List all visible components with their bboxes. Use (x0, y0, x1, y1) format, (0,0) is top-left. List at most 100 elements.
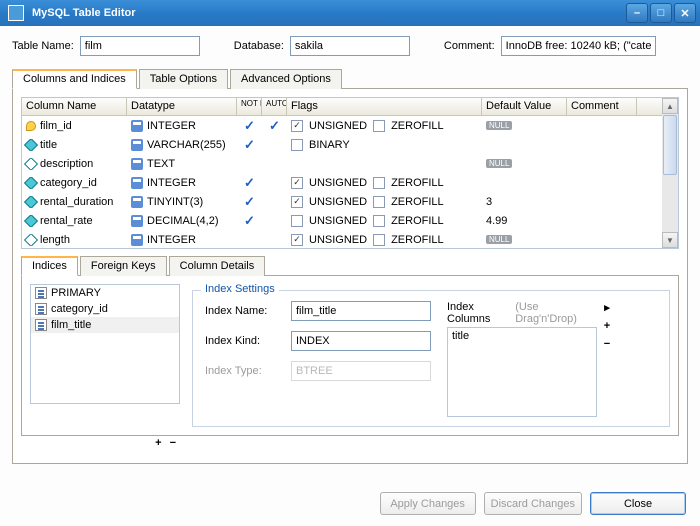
index-columns-box[interactable]: title (447, 327, 597, 417)
index-col-add-button[interactable]: + (601, 320, 613, 332)
tab-indices[interactable]: Indices (21, 256, 78, 276)
database-select[interactable]: sakila (290, 36, 410, 56)
binary-label: BINARY (309, 139, 350, 151)
tab-columns-indices[interactable]: Columns and Indices (12, 69, 137, 89)
table-row[interactable]: descriptionTEXTNULL (22, 154, 662, 173)
header-not-null[interactable]: NOT NULL (237, 98, 262, 115)
index-item-label: category_id (51, 303, 108, 315)
index-col-move-right-icon[interactable]: ▸ (601, 301, 613, 314)
header-auto-inc[interactable]: AUTO INC (262, 98, 287, 115)
unsigned-label: UNSIGNED (309, 234, 367, 246)
table-row[interactable]: rental_rateDECIMAL(4,2)✓UNSIGNEDZEROFILL… (22, 211, 662, 230)
column-icon (24, 234, 38, 246)
index-item-label: PRIMARY (51, 287, 101, 299)
header-default[interactable]: Default Value (482, 98, 567, 115)
tab-column-details[interactable]: Column Details (169, 256, 266, 276)
not-null-check-icon[interactable]: ✓ (241, 214, 258, 227)
header-comment[interactable]: Comment (567, 98, 637, 115)
grid-scrollbar[interactable]: ▲ ▼ (662, 98, 678, 248)
zerofill-checkbox[interactable] (373, 234, 385, 246)
table-name-input[interactable] (80, 36, 200, 56)
add-index-button[interactable]: + (155, 437, 161, 449)
null-tag: NULL (486, 121, 512, 130)
datatype-icon (131, 120, 143, 132)
column-name-label: category_id (40, 177, 97, 189)
index-kind-select[interactable]: INDEX (291, 331, 431, 351)
scroll-down-icon[interactable]: ▼ (662, 232, 678, 248)
zerofill-checkbox[interactable] (373, 196, 385, 208)
header-datatype[interactable]: Datatype (127, 98, 237, 115)
scroll-up-icon[interactable]: ▲ (662, 98, 678, 114)
columns-grid: Column Name Datatype NOT NULL AUTO INC F… (21, 97, 679, 249)
unsigned-checkbox[interactable] (291, 196, 303, 208)
tab-foreign-keys[interactable]: Foreign Keys (80, 256, 167, 276)
unsigned-label: UNSIGNED (309, 196, 367, 208)
remove-index-button[interactable]: − (170, 437, 176, 449)
table-row[interactable]: titleVARCHAR(255)✓BINARY (22, 135, 662, 154)
not-null-check-icon[interactable]: ✓ (241, 138, 258, 151)
datatype-label: TEXT (147, 158, 175, 170)
index-icon (35, 303, 47, 315)
datatype-icon (131, 196, 143, 208)
null-tag: NULL (486, 235, 512, 244)
table-row[interactable]: film_idINTEGER✓✓UNSIGNEDZEROFILLNULL (22, 116, 662, 135)
index-name-input[interactable] (291, 301, 431, 321)
unsigned-checkbox[interactable] (291, 215, 303, 227)
unsigned-checkbox[interactable] (291, 120, 303, 132)
column-icon (24, 177, 38, 189)
maximize-button[interactable]: □ (650, 3, 672, 23)
binary-checkbox[interactable] (291, 139, 303, 151)
datatype-icon (131, 177, 143, 189)
index-columns-label: Index Columns (447, 301, 515, 325)
auto-inc-check-icon[interactable]: ✓ (266, 119, 283, 132)
column-name-label: rental_rate (40, 215, 93, 227)
datatype-label: DECIMAL(4,2) (147, 215, 219, 227)
main-tabs: Columns and Indices Table Options Advanc… (12, 68, 688, 89)
close-button[interactable]: Close (590, 492, 686, 515)
grid-header: Column Name Datatype NOT NULL AUTO INC F… (22, 98, 662, 116)
zerofill-checkbox[interactable] (373, 120, 385, 132)
unsigned-checkbox[interactable] (291, 177, 303, 189)
table-row[interactable]: lengthINTEGERUNSIGNEDZEROFILLNULL (22, 230, 662, 248)
table-row[interactable]: category_idINTEGER✓UNSIGNEDZEROFILL (22, 173, 662, 192)
zerofill-checkbox[interactable] (373, 215, 385, 227)
window-titlebar: MySQL Table Editor – □ ✕ (0, 0, 700, 26)
index-col-remove-button[interactable]: − (601, 338, 613, 350)
minimize-button[interactable]: – (626, 3, 648, 23)
header-column-name[interactable]: Column Name (22, 98, 127, 115)
table-row[interactable]: rental_durationTINYINT(3)✓UNSIGNEDZEROFI… (22, 192, 662, 211)
tab-advanced-options[interactable]: Advanced Options (230, 69, 342, 89)
header-flags[interactable]: Flags (287, 98, 482, 115)
tab-table-options[interactable]: Table Options (139, 69, 228, 89)
datatype-icon (131, 158, 143, 170)
index-list-item[interactable]: film_title (31, 317, 179, 333)
not-null-check-icon[interactable]: ✓ (241, 195, 258, 208)
index-list-item[interactable]: PRIMARY (31, 285, 179, 301)
primary-key-icon (26, 121, 36, 131)
column-icon (24, 196, 38, 208)
datatype-label: INTEGER (147, 177, 196, 189)
index-list[interactable]: PRIMARY category_id film_title (30, 284, 180, 404)
not-null-check-icon[interactable]: ✓ (241, 176, 258, 189)
index-column-item[interactable]: title (452, 330, 592, 342)
default-value-label: 4.99 (486, 215, 507, 227)
datatype-icon (131, 139, 143, 151)
tab-body: Column Name Datatype NOT NULL AUTO INC F… (12, 89, 688, 464)
close-window-button[interactable]: ✕ (674, 3, 696, 23)
datatype-label: VARCHAR(255) (147, 139, 226, 151)
index-list-item[interactable]: category_id (31, 301, 179, 317)
column-icon (24, 215, 38, 227)
datatype-label: INTEGER (147, 120, 196, 132)
table-name-label: Table Name: (12, 40, 74, 52)
apply-changes-button: Apply Changes (380, 492, 476, 515)
unsigned-checkbox[interactable] (291, 234, 303, 246)
comment-input[interactable] (501, 36, 656, 56)
index-name-label: Index Name: (205, 305, 283, 317)
zerofill-checkbox[interactable] (373, 177, 385, 189)
not-null-check-icon[interactable]: ✓ (241, 119, 258, 132)
scroll-thumb[interactable] (663, 115, 677, 175)
window-title: MySQL Table Editor (28, 7, 624, 19)
index-type-select: BTREE (291, 361, 431, 381)
datatype-label: INTEGER (147, 234, 196, 246)
zerofill-label: ZEROFILL (391, 196, 444, 208)
